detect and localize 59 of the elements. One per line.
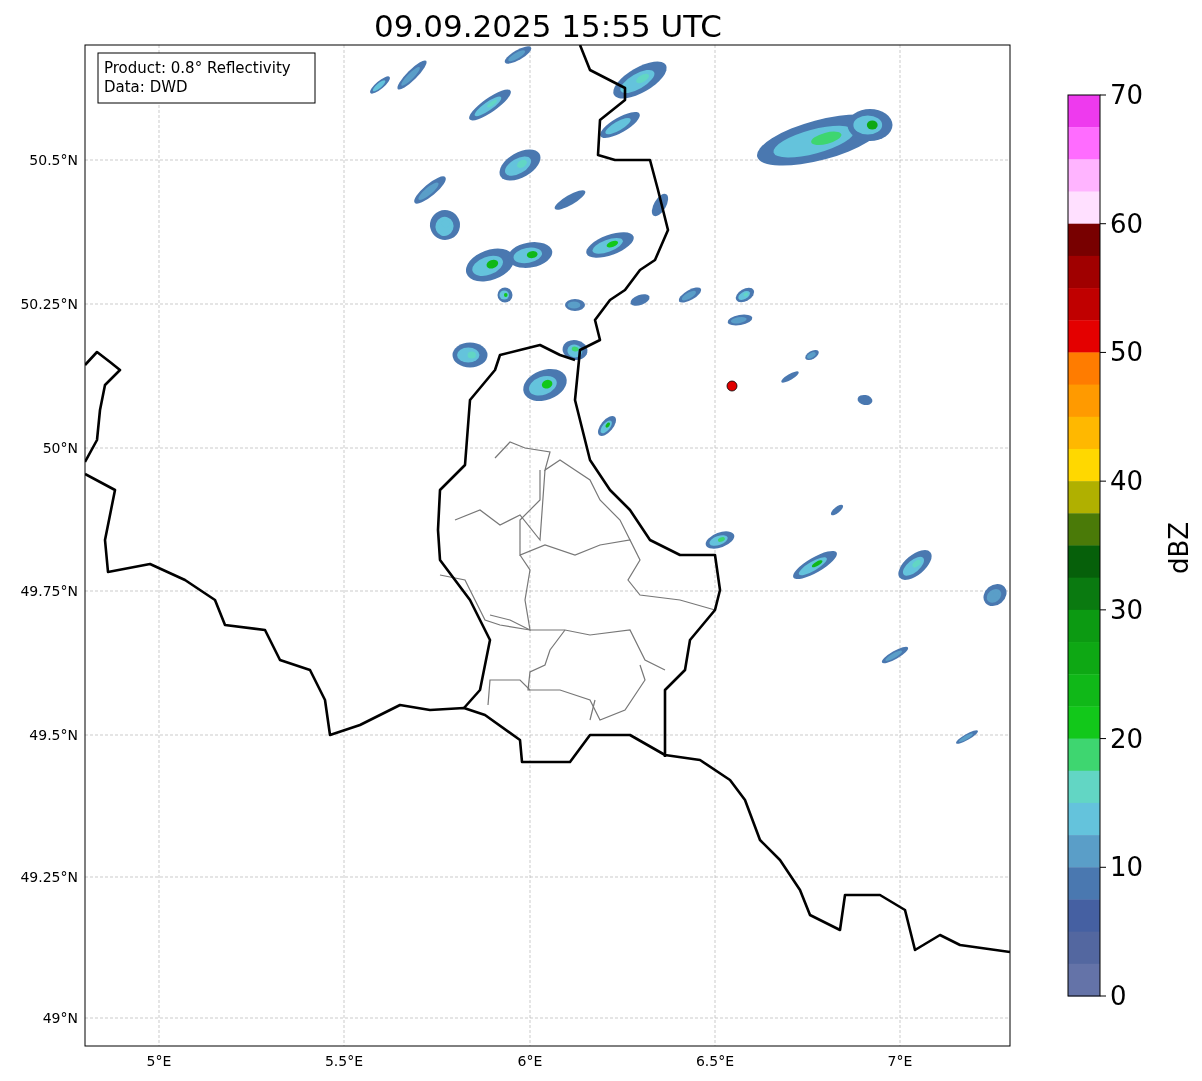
precipitation-area [857, 394, 873, 406]
radar-site-marker [726, 380, 738, 392]
axis-tick-label: 49.5°N [29, 727, 78, 743]
precipitation-area [499, 149, 541, 181]
precipitation-area [507, 242, 553, 268]
colorbar-label: dBZ [1164, 521, 1194, 575]
precipitation-area [678, 287, 702, 303]
precipitation-area [735, 287, 755, 303]
precipitation-area [781, 371, 799, 383]
axis-tick-label: 50.5°N [29, 152, 78, 168]
axis-tick-label: 6.5°E [695, 1053, 735, 1069]
precipitation-area [497, 287, 513, 303]
axis-tick-label: 5°E [146, 1053, 172, 1069]
precipitation-area [504, 46, 532, 64]
axis-tick-label: 49.75°N [20, 583, 78, 599]
precipitation-area [414, 176, 446, 204]
colorbar-tick-label: 40 [1110, 466, 1144, 497]
precipitation-area [370, 76, 390, 94]
precipitation-area [466, 248, 514, 282]
precipitation-area [430, 210, 460, 240]
precipitation-area [554, 190, 586, 210]
info-text: Data: DWD [104, 78, 188, 96]
precipitation-area [983, 583, 1007, 607]
colorbar-tick-label: 10 [1110, 852, 1144, 883]
precipitation-area [469, 89, 511, 121]
axis-tick-label: 6°E [517, 1053, 543, 1069]
precipitation-area [881, 646, 909, 664]
precipitation-area [630, 294, 650, 306]
precipitation-area [956, 730, 978, 744]
precipitation-area [598, 416, 616, 436]
precipitation-area [586, 232, 634, 258]
precipitation-area [705, 531, 735, 549]
precipitation-area [452, 342, 488, 368]
precipitation-area [727, 314, 753, 326]
precipitation-area [651, 193, 669, 217]
precipitation-area [613, 61, 667, 99]
axis-tick-label: 5.5°E [324, 1053, 364, 1069]
precipitation-area [793, 550, 837, 580]
precipitation-area [397, 60, 427, 90]
colorbar-tick-label: 20 [1110, 723, 1144, 754]
info-text: Product: 0.8° Reflectivity [104, 59, 291, 77]
precipitation-area [600, 112, 640, 138]
axis-tick-label: 7°E [887, 1053, 913, 1069]
precipitation-area [562, 339, 588, 361]
colorbar-tick-label: 30 [1110, 594, 1144, 625]
axis-tick-label: 50°N [42, 440, 78, 456]
precipitation-area [830, 504, 844, 516]
precipitation-area [898, 550, 932, 580]
axis-tick-label: 49°N [42, 1010, 78, 1026]
precipitation-area [565, 299, 585, 311]
plot-title: 09.09.2025 15:55 UTC [374, 8, 722, 44]
colorbar-tick-label: 60 [1110, 208, 1144, 239]
axis-tick-label: 50.25°N [20, 296, 78, 312]
axis-tick-label: 49.25°N [20, 869, 78, 885]
colorbar-tick-label: 0 [1110, 981, 1127, 1011]
colorbar-tick-label: 70 [1110, 80, 1144, 110]
precipitation-area [805, 349, 819, 361]
colorbar-tick-label: 50 [1110, 337, 1144, 368]
precipitation-area [523, 368, 567, 402]
